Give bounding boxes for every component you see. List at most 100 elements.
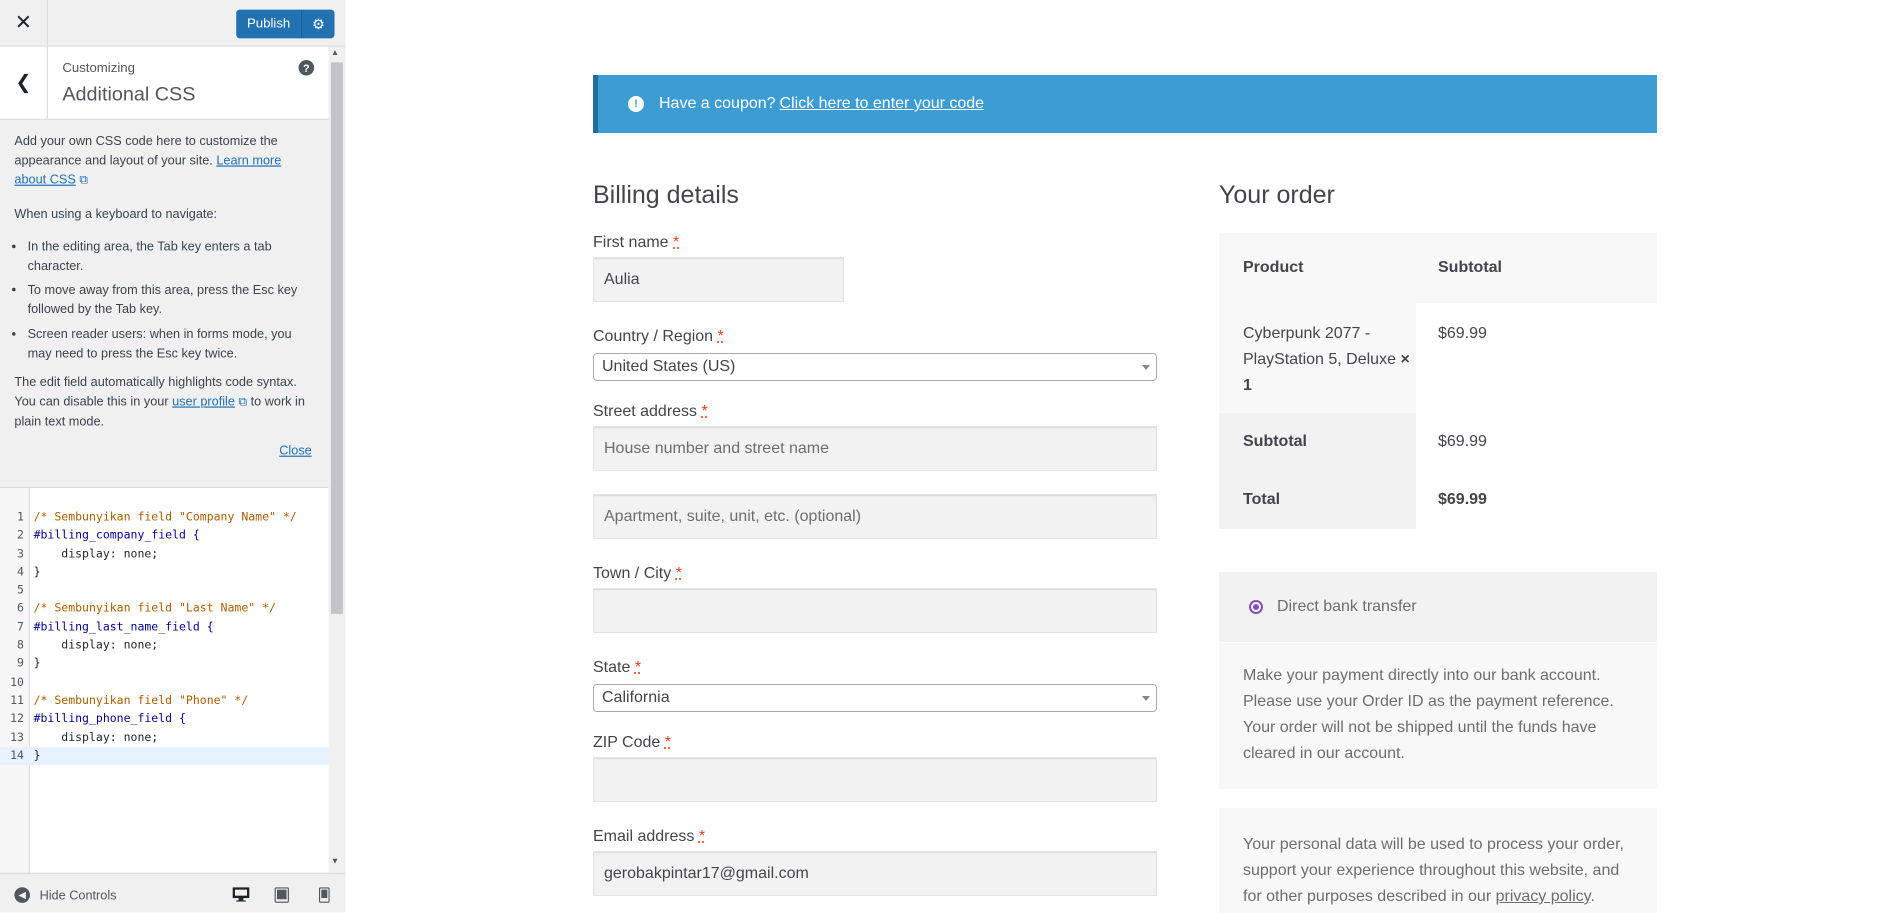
street-label: Street address * <box>593 403 708 420</box>
code-text: display: none; <box>33 730 159 745</box>
collapse-icon: ◀ <box>14 887 30 903</box>
external-link-icon: ⧉ <box>238 395 248 410</box>
line-number: 10 <box>10 675 24 690</box>
radio-button[interactable] <box>1249 600 1263 614</box>
code-text: #billing_company_field { <box>33 529 200 543</box>
subtotal-row: Subtotal $69.99 <box>1219 413 1657 471</box>
page-title: Additional CSS <box>62 83 196 106</box>
close-icon[interactable]: ✕ <box>0 0 48 46</box>
billing-heading: Billing details <box>593 181 739 209</box>
code-line[interactable]: 10 <box>0 673 329 691</box>
code-text: } <box>33 565 41 579</box>
total-row: Total $69.99 <box>1219 471 1657 529</box>
css-code-editor[interactable]: 1 /* Sembunyikan field "Company Name" */ 2… <box>0 486 329 875</box>
subtotal-label: Subtotal <box>1219 413 1416 471</box>
code-line[interactable]: 4} <box>0 563 329 581</box>
code-line[interactable]: 12 #billing_phone_field { <box>0 710 329 728</box>
line-number: 11 <box>10 694 24 708</box>
code-line[interactable]: 14} <box>0 746 329 766</box>
code-text: /* Sembunyikan field "Company Name" */ <box>33 510 297 524</box>
line-number: 4 <box>17 565 24 579</box>
street-field[interactable]: House number and street name <box>593 426 1157 471</box>
customizer-topbar: ✕ Publish ⚙ <box>0 0 346 47</box>
state-select[interactable]: California <box>593 684 1157 712</box>
total-label: Total <box>1219 471 1416 529</box>
code-line[interactable]: 11 /* Sembunyikan field "Phone" */ <box>0 692 329 710</box>
payment-method-label: Direct bank transfer <box>1277 598 1417 615</box>
scroll-down-icon[interactable]: ▼ <box>331 857 339 865</box>
country-label: Country / Region * <box>593 328 724 345</box>
city-label: Town / City * <box>593 565 682 582</box>
code-text: #billing_last_name_field { <box>33 620 214 635</box>
code-lines: 1 /* Sembunyikan field "Company Name" */ 2… <box>0 508 329 766</box>
zip-field[interactable] <box>593 757 1157 802</box>
line-number: 1 <box>17 510 24 524</box>
code-line[interactable]: 3 display: none; <box>0 545 329 563</box>
coupon-text: Have a coupon? <box>659 95 776 112</box>
code-line[interactable]: 8 display: none; <box>0 637 329 655</box>
item-price: $69.99 <box>1416 303 1657 413</box>
apartment-field[interactable]: Apartment, suite, unit, etc. (optional) <box>593 494 1157 539</box>
email-field[interactable]: gerobakpintar17@gmail.com <box>593 851 1157 896</box>
code-line[interactable]: 2 #billing_company_field { <box>0 527 329 545</box>
col-product: Product <box>1243 259 1304 276</box>
publish-group: Publish ⚙ <box>236 9 335 39</box>
privacy-link[interactable]: privacy policy <box>1496 888 1591 905</box>
total-value: $69.99 <box>1438 491 1487 508</box>
line-number: 9 <box>17 657 24 671</box>
info-icon: ! <box>628 96 644 112</box>
breadcrumb: Customizing <box>62 61 135 76</box>
first-name-field[interactable]: Aulia <box>593 257 844 302</box>
order-heading: Your order <box>1219 181 1335 209</box>
code-text: } <box>33 749 41 763</box>
line-number: 12 <box>10 712 24 726</box>
scrollbar-thumb[interactable] <box>330 62 343 614</box>
scroll-up-icon[interactable]: ▲ <box>331 49 339 57</box>
code-line[interactable]: 1 /* Sembunyikan field "Company Name" */ <box>0 508 329 526</box>
close-link[interactable]: Close <box>279 444 311 458</box>
code-line[interactable]: 7 #billing_last_name_field { <box>0 618 329 636</box>
code-text: #billing_phone_field { <box>33 712 186 726</box>
line-number: 13 <box>10 730 24 745</box>
list-item: In the editing area, the Tab key enters … <box>28 237 315 276</box>
line-number: 2 <box>17 529 24 543</box>
user-profile-link[interactable]: user profile <box>172 395 235 409</box>
publish-button[interactable]: Publish <box>236 9 302 39</box>
privacy-notice: Your personal data will be used to proce… <box>1219 808 1657 913</box>
payment-box: Direct bank transfer Make your payment d… <box>1219 572 1657 789</box>
city-field[interactable] <box>593 588 1157 633</box>
back-icon[interactable]: ❮ <box>0 46 48 119</box>
subtotal-value: $69.99 <box>1438 433 1487 450</box>
tablet-icon[interactable] <box>272 886 291 903</box>
keyboard-tips: In the editing area, the Tab key enters … <box>14 237 314 363</box>
line-number: 8 <box>17 639 24 653</box>
table-header: Product Subtotal <box>1219 233 1657 303</box>
gear-icon[interactable]: ⚙ <box>301 9 335 39</box>
help-icon[interactable]: ? <box>298 59 315 76</box>
table-row: Cyberpunk 2077 - PlayStation 5, Deluxe ×… <box>1219 303 1657 413</box>
line-number: 14 <box>10 749 24 763</box>
code-line[interactable]: 9} <box>0 655 329 673</box>
code-text: /* Sembunyikan field "Last Name" */ <box>33 602 276 616</box>
mobile-icon[interactable] <box>314 886 333 903</box>
code-text: display: none; <box>33 639 159 653</box>
customizer-sidebar: ✕ Publish ⚙ ❮ Customizing Additional CSS… <box>0 0 346 913</box>
code-text: } <box>33 657 41 671</box>
email-label: Email address * <box>593 828 706 845</box>
coupon-link[interactable]: Click here to enter your code <box>780 95 985 113</box>
code-line[interactable]: 6 /* Sembunyikan field "Last Name" */ <box>0 600 329 618</box>
hide-controls-button[interactable]: ◀ Hide Controls <box>14 887 117 903</box>
desktop-icon[interactable] <box>231 886 250 903</box>
payment-method[interactable]: Direct bank transfer <box>1219 572 1657 643</box>
code-line[interactable]: 13 display: none; <box>0 728 329 746</box>
state-label: State * <box>593 659 642 676</box>
item-name: Cyberpunk 2077 - PlayStation 5, Deluxe <box>1243 325 1396 368</box>
line-number: 3 <box>17 547 24 561</box>
first-name-label: First name * <box>593 234 680 251</box>
section-header: ❮ Customizing Additional CSS ? <box>0 46 329 120</box>
country-select[interactable]: United States (US) <box>593 353 1157 381</box>
code-line[interactable]: 5 <box>0 582 329 600</box>
line-number: 5 <box>17 584 24 598</box>
